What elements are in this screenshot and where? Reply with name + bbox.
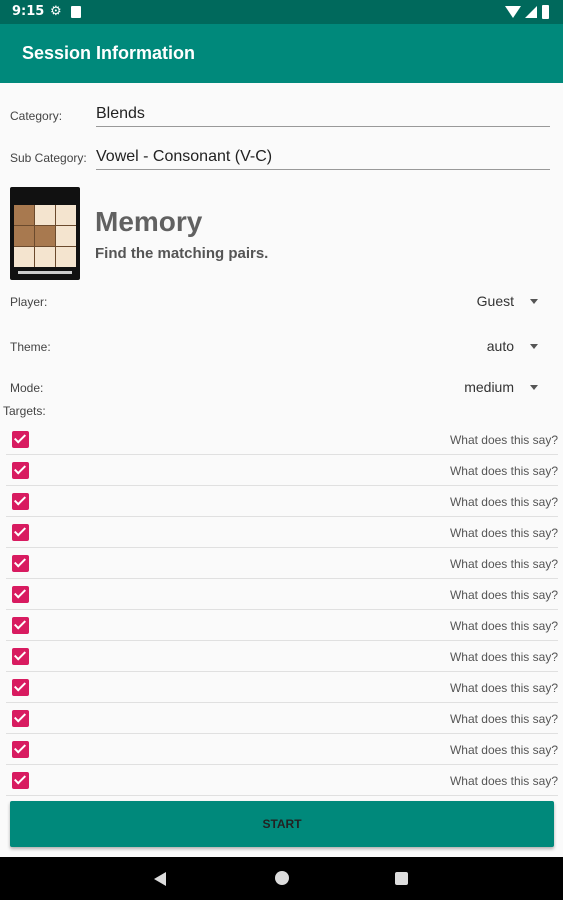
target-text: What does this say? [449,619,558,633]
target-checkbox[interactable] [12,772,29,789]
check-icon [13,741,27,754]
sub-category-label: Sub Category: [10,151,87,165]
target-text: What does this say? [449,681,558,695]
target-checkbox[interactable] [12,431,29,448]
target-text: What does this say? [449,526,558,540]
target-row[interactable]: What does this say? [6,548,558,579]
target-text: What does this say? [449,712,558,726]
player-value: Guest [476,293,514,309]
target-checkbox[interactable] [12,524,29,541]
dropdown-arrow-icon [530,343,538,349]
target-text: What does this say? [449,774,558,788]
home-icon[interactable] [275,871,289,885]
target-checkbox[interactable] [12,555,29,572]
mode-label: Mode: [10,381,44,395]
check-icon [13,586,27,599]
theme-label: Theme: [10,340,51,354]
target-checkbox[interactable] [12,462,29,479]
page-title: Session Information [22,43,196,63]
dropdown-arrow-icon [530,384,538,390]
check-icon [13,679,27,692]
dropdown-arrow-icon [530,298,538,304]
target-row[interactable]: What does this say? [6,610,558,641]
settings-icon: ⚙ [50,4,62,19]
target-row[interactable]: What does this say? [6,765,558,796]
status-time: 9:15 [12,4,45,19]
target-text: What does this say? [449,743,558,757]
target-checkbox[interactable] [12,741,29,758]
game-title: Memory [95,206,203,237]
player-dropdown[interactable]: Guest [477,291,538,311]
check-icon [13,617,27,630]
game-thumbnail [10,187,80,280]
check-icon [13,648,27,661]
check-icon [13,524,27,537]
wifi-icon [505,6,521,18]
check-icon [13,772,27,785]
check-icon [13,431,27,444]
sd-card-icon [71,6,81,18]
back-icon[interactable] [154,872,166,886]
recents-icon[interactable] [395,872,408,885]
target-row[interactable]: What does this say? [6,641,558,672]
check-icon [13,493,27,506]
sub-category-field[interactable]: Vowel - Consonant (V-C) [96,146,550,170]
target-text: What does this say? [449,588,558,602]
check-icon [13,462,27,475]
category-field[interactable]: Blends [96,103,550,127]
target-text: What does this say? [449,557,558,571]
target-text: What does this say? [449,650,558,664]
signal-icon [525,6,537,18]
target-row[interactable]: What does this say? [6,517,558,548]
target-checkbox[interactable] [12,617,29,634]
target-row[interactable]: What does this say? [6,486,558,517]
target-checkbox[interactable] [12,493,29,510]
player-label: Player: [10,295,48,309]
target-text: What does this say? [449,464,558,478]
mode-dropdown[interactable]: medium [464,377,538,397]
theme-dropdown[interactable]: auto [487,336,538,356]
target-row[interactable]: What does this say? [6,734,558,765]
target-row[interactable]: What does this say? [6,672,558,703]
target-row[interactable]: What does this say? [6,455,558,486]
target-text: What does this say? [449,433,558,447]
status-bar: 9:15 ⚙ [0,0,563,24]
battery-icon [542,5,549,19]
category-label: Category: [10,109,63,123]
target-row[interactable]: What does this say? [6,703,558,734]
targets-label: Targets: [3,404,46,418]
game-description: Find the matching pairs. [95,245,269,262]
start-button[interactable]: START [10,801,554,847]
target-checkbox[interactable] [12,648,29,665]
target-row[interactable]: What does this say? [6,424,558,455]
app-bar: Session Information [0,24,563,83]
mode-value: medium [464,379,514,395]
target-checkbox[interactable] [12,679,29,696]
target-checkbox[interactable] [12,586,29,603]
check-icon [13,710,27,723]
target-text: What does this say? [449,495,558,509]
theme-value: auto [486,338,514,354]
target-checkbox[interactable] [12,710,29,727]
start-button-label: START [262,817,302,831]
navigation-bar [0,857,563,900]
target-row[interactable]: What does this say? [6,579,558,610]
check-icon [13,555,27,568]
